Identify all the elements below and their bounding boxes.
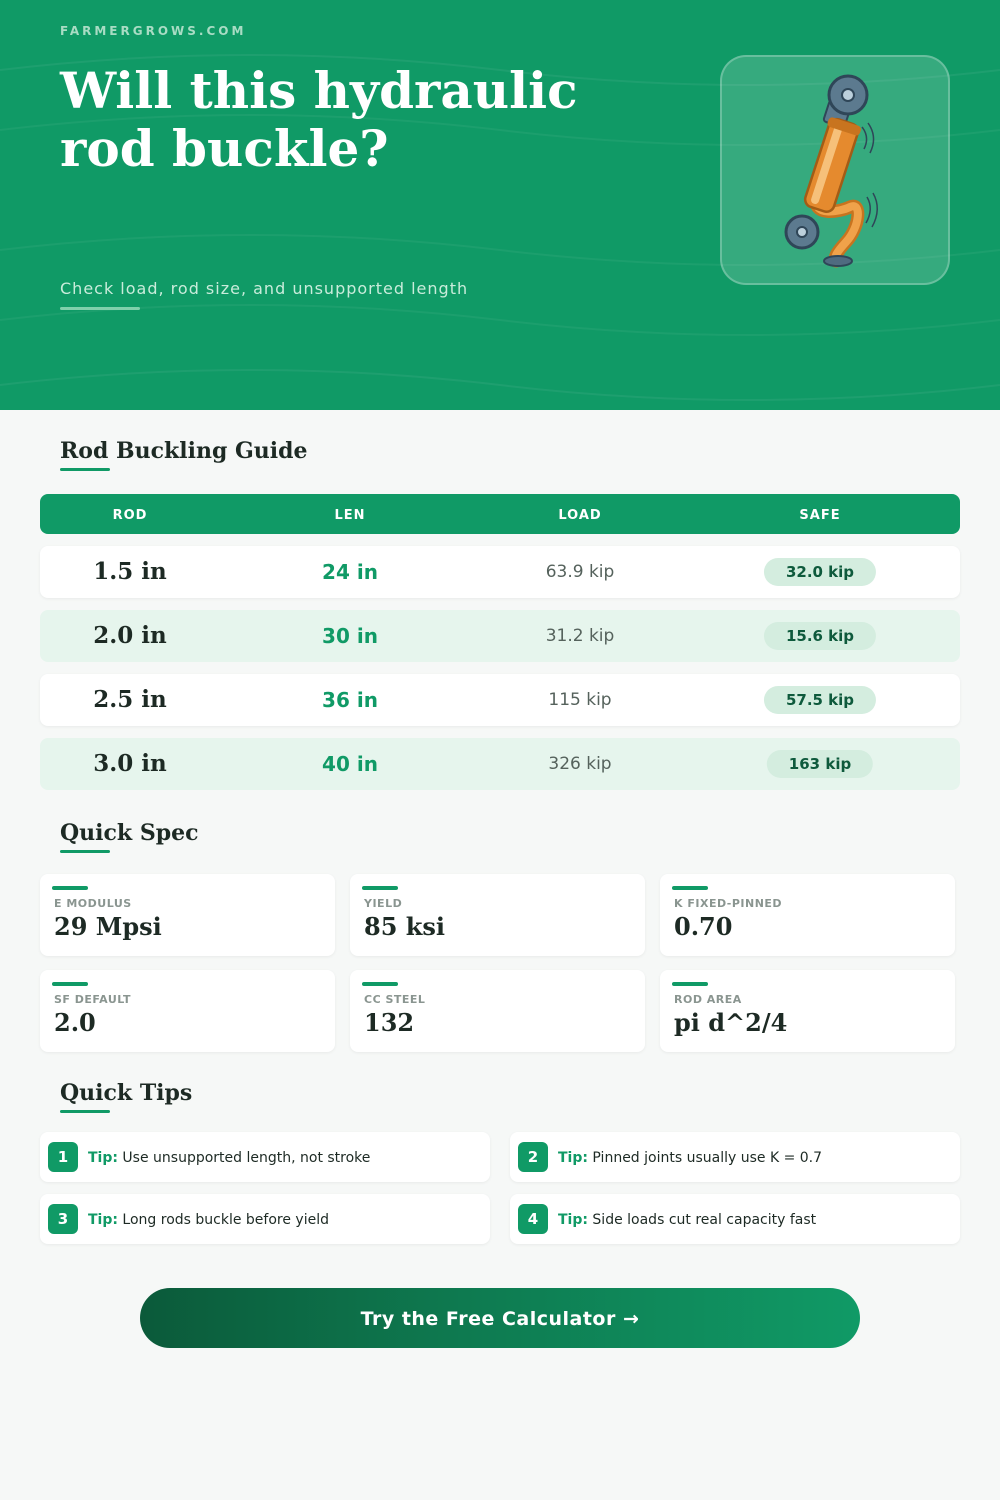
spec-card: K FIXED-PINNED 0.70 xyxy=(660,874,955,956)
column-header-rod: ROD xyxy=(112,508,148,523)
tip-prefix: Tip: xyxy=(558,1212,588,1228)
calculator-cta-button[interactable]: Try the Free Calculator → xyxy=(140,1288,860,1348)
column-header-safe: SAFE xyxy=(799,508,841,523)
buckling-load: 115 kip xyxy=(548,690,612,710)
tip-card: 1 Tip: Use unsupported length, not strok… xyxy=(40,1132,490,1182)
tip-number-badge: 2 xyxy=(518,1142,548,1172)
spec-label: SF DEFAULT xyxy=(54,993,131,1006)
rod-length: 36 in xyxy=(322,688,378,712)
spec-heading-underline xyxy=(60,850,110,853)
spec-card: E MODULUS 29 Mpsi xyxy=(40,874,335,956)
page-subtitle: Check load, rod size, and unsupported le… xyxy=(60,279,469,298)
spec-value: 29 Mpsi xyxy=(54,912,162,941)
bent-hydraulic-cylinder-icon xyxy=(784,74,878,268)
spec-card-accent xyxy=(52,982,88,986)
table-row: 2.5 in 36 in 115 kip 57.5 kip xyxy=(40,674,960,726)
safe-load-badge: 163 kip xyxy=(766,750,874,778)
column-header-len: LEN xyxy=(334,508,366,523)
hero-banner: FARMERGROWS.COM Will this hydraulic rod … xyxy=(0,0,1000,410)
spec-card: SF DEFAULT 2.0 xyxy=(40,970,335,1052)
rod-size: 1.5 in xyxy=(93,558,167,585)
safe-load-badge: 32.0 kip xyxy=(763,558,877,586)
tip-card: 3 Tip: Long rods buckle before yield xyxy=(40,1194,490,1244)
buckling-load: 326 kip xyxy=(548,754,612,774)
spec-label: E MODULUS xyxy=(54,897,132,910)
table-row: 2.0 in 30 in 31.2 kip 15.6 kip xyxy=(40,610,960,662)
tip-text: Tip: Pinned joints usually use K = 0.7 xyxy=(558,1132,822,1182)
spec-value: 132 xyxy=(364,1008,415,1037)
tip-prefix: Tip: xyxy=(558,1150,588,1166)
spec-card-accent xyxy=(672,982,708,986)
tip-body: Long rods buckle before yield xyxy=(122,1212,329,1228)
rod-size: 2.5 in xyxy=(93,686,167,713)
tip-number-badge: 4 xyxy=(518,1204,548,1234)
spec-card-accent xyxy=(672,886,708,890)
tips-heading-underline xyxy=(60,1110,110,1113)
spec-card-accent xyxy=(362,886,398,890)
rod-size: 2.0 in xyxy=(93,622,167,649)
column-header-load: LOAD xyxy=(558,508,602,523)
tips-heading: Quick Tips xyxy=(60,1080,193,1106)
table-row: 3.0 in 40 in 326 kip 163 kip xyxy=(40,738,960,790)
spec-heading: Quick Spec xyxy=(60,820,199,846)
tip-body: Pinned joints usually use K = 0.7 xyxy=(592,1150,823,1166)
rod-length: 24 in xyxy=(322,560,378,584)
spec-value: pi d^2/4 xyxy=(674,1008,788,1037)
rod-size: 3.0 in xyxy=(93,750,167,777)
table-row: 1.5 in 24 in 63.9 kip 32.0 kip xyxy=(40,546,960,598)
tip-text: Tip: Long rods buckle before yield xyxy=(88,1194,329,1244)
buckling-load: 63.9 kip xyxy=(545,562,615,582)
buckling-load: 31.2 kip xyxy=(545,626,615,646)
rod-length: 30 in xyxy=(322,624,378,648)
site-name: FARMERGROWS.COM xyxy=(60,24,247,38)
tip-prefix: Tip: xyxy=(88,1212,118,1228)
spec-label: CC STEEL xyxy=(364,993,426,1006)
spec-value: 2.0 xyxy=(54,1008,96,1037)
safe-load-badge: 15.6 kip xyxy=(763,622,877,650)
illustration-card xyxy=(720,55,950,285)
spec-value: 0.70 xyxy=(674,912,733,941)
tip-text: Tip: Side loads cut real capacity fast xyxy=(558,1194,816,1244)
tip-body: Side loads cut real capacity fast xyxy=(592,1212,817,1228)
spec-card-accent xyxy=(362,982,398,986)
table-header: ROD LEN LOAD SAFE xyxy=(40,494,960,534)
tip-body: Use unsupported length, not stroke xyxy=(122,1150,371,1166)
spec-card: ROD AREA pi d^2/4 xyxy=(660,970,955,1052)
page-title: Will this hydraulic rod buckle? xyxy=(60,61,578,178)
rod-length: 40 in xyxy=(322,752,378,776)
tip-number-badge: 1 xyxy=(48,1142,78,1172)
tip-text: Tip: Use unsupported length, not stroke xyxy=(88,1132,370,1182)
safe-load-badge: 57.5 kip xyxy=(763,686,877,714)
spec-label: ROD AREA xyxy=(674,993,742,1006)
spec-label: K FIXED-PINNED xyxy=(674,897,783,910)
spec-card: YIELD 85 ksi xyxy=(350,874,645,956)
guide-heading: Rod Buckling Guide xyxy=(60,438,308,464)
spec-value: 85 ksi xyxy=(364,912,446,941)
tip-prefix: Tip: xyxy=(88,1150,118,1166)
tip-number-badge: 3 xyxy=(48,1204,78,1234)
guide-heading-underline xyxy=(60,468,110,471)
spec-label: YIELD xyxy=(364,897,403,910)
spec-card: CC STEEL 132 xyxy=(350,970,645,1052)
tip-card: 2 Tip: Pinned joints usually use K = 0.7 xyxy=(510,1132,960,1182)
tip-card: 4 Tip: Side loads cut real capacity fast xyxy=(510,1194,960,1244)
spec-card-accent xyxy=(52,886,88,890)
subtitle-underline xyxy=(60,307,140,310)
